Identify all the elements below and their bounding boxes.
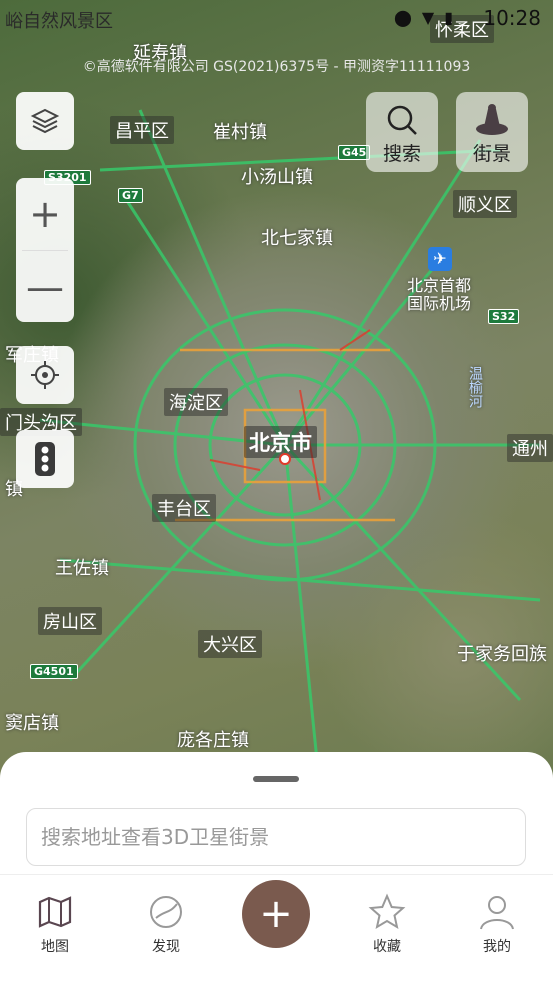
map-label-cuicun: 崔村镇 (213, 122, 267, 143)
streetview-tool-label: 街景 (472, 143, 511, 165)
map-label-beiqijia: 北七家镇 (261, 228, 333, 249)
star-icon (368, 893, 406, 930)
traffic-button[interactable] (16, 430, 74, 488)
search-tool-label: 搜索 (382, 143, 421, 165)
zoom-in-button[interactable]: + (16, 178, 74, 250)
map-label-wangzuo: 王佐镇 (55, 558, 109, 579)
layers-button[interactable] (16, 92, 74, 150)
plus-icon: + (259, 891, 293, 937)
status-icons: ⬤▼▮ (393, 8, 463, 27)
search-icon (387, 105, 417, 135)
nav-label-favorites: 收藏 (373, 939, 401, 955)
nav-item-discover[interactable]: 发现 (121, 892, 211, 956)
map-label-panggezhuang: 庞各庄镇 (177, 730, 249, 751)
status-bar: ⬤▼▮ 10:28 (0, 0, 553, 40)
map-label-haidian: 海淀区 (164, 388, 228, 416)
map-label-shunyi: 顺义区 (453, 190, 517, 218)
streetview-icon (476, 104, 508, 135)
map-label-yanshou: 延寿镇 (133, 43, 187, 64)
sheet-drag-handle[interactable] (253, 776, 299, 782)
map-label-changping: 昌平区 (110, 116, 174, 144)
crosshair-icon (31, 361, 59, 389)
map-label-yujiawu: 于家务回族 (457, 644, 547, 665)
map-copyright: ©高德软件有限公司 GS(2021)6375号 - 甲测资字11111093 (82, 59, 471, 75)
user-icon (480, 896, 514, 930)
discover-icon (150, 896, 182, 928)
layers-icon (30, 108, 60, 134)
map-label-daxing: 大兴区 (198, 630, 262, 658)
map-label-fangshan: 房山区 (38, 607, 102, 635)
status-time: 10:28 (483, 6, 541, 30)
search-input[interactable]: 搜索地址查看3D卫星街景 (26, 808, 526, 866)
nav-label-map: 地图 (41, 939, 69, 955)
airport-icon: ✈ (428, 247, 452, 271)
map-label-doudian: 窦店镇 (5, 713, 59, 734)
plus-icon: + (29, 192, 61, 236)
map-label-airport: 北京首都 国际机场 (407, 276, 472, 313)
traffic-light-icon (35, 442, 55, 476)
zoom-out-button[interactable]: — (16, 251, 74, 323)
bottom-sheet: 搜索地址查看3D卫星街景 地图 发现 + 收藏 我的 (0, 752, 553, 983)
map-label-wenyu-river: 温榆河 (467, 366, 483, 408)
nav-item-map[interactable]: 地图 (10, 892, 100, 956)
map-label-xiaotangshan: 小汤山镇 (241, 167, 313, 188)
highway-shield-s32: S32 (488, 309, 520, 324)
search-tool-button[interactable]: 搜索 (366, 92, 438, 172)
map-label-fengtai: 丰台区 (152, 494, 216, 522)
highway-shield-g7: G7 (118, 188, 143, 203)
nav-item-mine[interactable]: 我的 (452, 892, 542, 956)
minus-icon: — (26, 265, 64, 309)
map-label-tongzhou: 通州 (507, 434, 553, 462)
city-center-marker (279, 453, 291, 465)
nav-item-favorites[interactable]: 收藏 (342, 892, 432, 956)
nav-label-discover: 发现 (152, 939, 180, 955)
streetview-tool-button[interactable]: 街景 (456, 92, 528, 172)
bottom-nav: 地图 发现 + 收藏 我的 (0, 880, 553, 972)
locate-button[interactable] (16, 346, 74, 404)
highway-shield-g4501: G4501 (30, 664, 78, 679)
add-button[interactable]: + (242, 880, 310, 948)
map-icon (38, 896, 72, 928)
zoom-controls: + — (16, 178, 74, 322)
nav-label-mine: 我的 (483, 939, 511, 955)
